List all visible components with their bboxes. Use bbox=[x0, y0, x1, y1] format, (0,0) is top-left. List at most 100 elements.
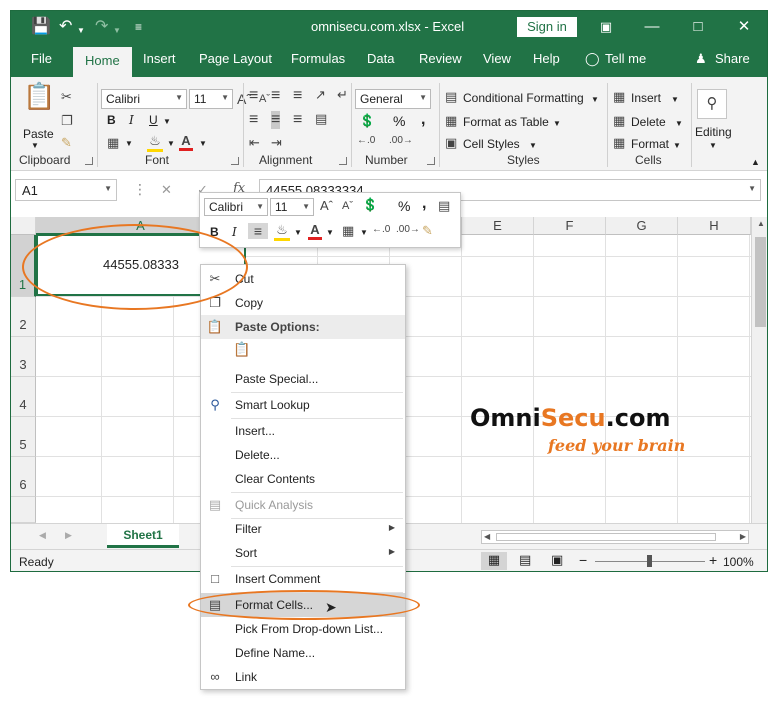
font-size-combo[interactable]: 11 ▼ bbox=[189, 89, 233, 109]
top-align-icon[interactable]: ≡ bbox=[249, 87, 258, 105]
customize-qat-icon[interactable]: ≡ bbox=[135, 17, 142, 37]
bottom-align-icon[interactable]: ≡ bbox=[293, 87, 302, 105]
mini-italic-button[interactable]: I bbox=[232, 225, 237, 239]
editing-button[interactable]: Editing bbox=[695, 125, 732, 139]
menu-item-format-cells[interactable]: ▤ Format Cells... ➤ bbox=[201, 593, 405, 617]
bold-button[interactable]: B bbox=[107, 113, 116, 127]
menu-item-define-name[interactable]: Define Name... bbox=[201, 641, 405, 665]
tab-review[interactable]: Review bbox=[419, 51, 462, 66]
menu-item-cut[interactable]: ✂ Cut bbox=[201, 267, 405, 291]
column-header-f[interactable]: F bbox=[534, 217, 606, 235]
mini-font-name-combo[interactable]: Calibri ▼ bbox=[204, 198, 268, 216]
decrease-indent-icon[interactable]: ⇤ bbox=[249, 135, 260, 151]
chevron-down-icon[interactable]: ▼ bbox=[360, 228, 368, 237]
wrap-text-icon[interactable]: ↵ bbox=[337, 87, 348, 103]
zoom-out-icon[interactable]: − bbox=[579, 552, 587, 568]
cut-icon[interactable]: ✂ bbox=[61, 89, 72, 105]
row-header-5[interactable]: 5 bbox=[11, 417, 36, 457]
tab-home[interactable]: Home bbox=[73, 47, 132, 77]
chevron-down-icon[interactable]: ▼ bbox=[326, 228, 334, 237]
save-icon[interactable]: 💾 bbox=[31, 17, 51, 37]
menu-item-paste-keep-formatting[interactable]: 📋 bbox=[201, 339, 405, 369]
cancel-icon[interactable]: ✕ bbox=[161, 182, 172, 198]
underline-button[interactable]: U bbox=[149, 113, 158, 127]
chevron-down-icon[interactable]: ▼ bbox=[709, 141, 717, 150]
mini-percent-button[interactable]: % bbox=[398, 198, 410, 214]
format-as-table-button[interactable]: Format as Table bbox=[463, 115, 549, 129]
mini-center-align-icon[interactable]: ≡ bbox=[248, 223, 268, 239]
mini-font-size-combo[interactable]: 11 ▼ bbox=[270, 198, 314, 216]
page-layout-view-icon[interactable]: ▤ bbox=[519, 552, 531, 568]
chevron-down-icon[interactable]: ▼ bbox=[671, 95, 679, 104]
page-break-view-icon[interactable]: ▣ bbox=[551, 552, 563, 568]
collapse-ribbon-icon[interactable]: ▲ bbox=[751, 157, 760, 167]
mini-fill-color-icon[interactable]: ♨ bbox=[274, 222, 290, 241]
menu-item-insert-comment[interactable]: □ Insert Comment bbox=[201, 567, 405, 591]
share-button[interactable]: Share bbox=[715, 51, 750, 66]
scroll-right-icon[interactable]: ▶ bbox=[740, 532, 746, 541]
chevron-down-icon[interactable]: ▼ bbox=[294, 228, 302, 237]
chevron-down-icon[interactable]: ▼ bbox=[591, 95, 599, 104]
accounting-format-icon[interactable]: 💲 bbox=[362, 197, 378, 213]
clipboard-launcher-icon[interactable] bbox=[85, 157, 93, 165]
increase-indent-icon[interactable]: ⇥ bbox=[271, 135, 282, 151]
middle-align-icon[interactable]: ≡ bbox=[271, 87, 280, 105]
decrease-font-icon[interactable]: Aˇ bbox=[259, 93, 270, 105]
prev-sheet-icon[interactable]: ◀ bbox=[39, 530, 46, 541]
tab-insert[interactable]: Insert bbox=[143, 51, 176, 66]
menu-item-pick-from-list[interactable]: Pick From Drop-down List... bbox=[201, 617, 405, 641]
normal-view-icon[interactable]: ▦ bbox=[481, 552, 507, 570]
menu-item-delete[interactable]: Delete... bbox=[201, 443, 405, 467]
font-color-dropdown-icon[interactable]: ▼ bbox=[199, 139, 207, 148]
tab-view[interactable]: View bbox=[483, 51, 511, 66]
sign-in-button[interactable]: Sign in bbox=[517, 17, 577, 37]
vertical-scrollbar[interactable]: ▲ bbox=[751, 217, 767, 523]
name-box[interactable]: A1 ▼ bbox=[15, 179, 117, 201]
decrease-decimal-icon[interactable]: .00→ bbox=[396, 224, 420, 235]
chevron-down-icon[interactable]: ▼ bbox=[675, 119, 683, 128]
increase-decimal-icon[interactable]: ←.0 bbox=[372, 224, 390, 235]
font-color-icon[interactable]: A bbox=[179, 133, 193, 151]
vertical-scroll-thumb[interactable] bbox=[755, 237, 766, 327]
borders-icon[interactable]: ▦ bbox=[107, 135, 119, 151]
undo-dropdown-icon[interactable]: ▼ bbox=[77, 21, 85, 41]
increase-decimal-icon[interactable]: ←.0 bbox=[357, 135, 375, 146]
menu-item-clear-contents[interactable]: Clear Contents bbox=[201, 467, 405, 491]
menu-item-copy[interactable]: ❐ Copy bbox=[201, 291, 405, 315]
decrease-font-icon[interactable]: Aˇ bbox=[342, 200, 353, 212]
number-launcher-icon[interactable] bbox=[427, 157, 435, 165]
menu-item-link[interactable]: ∞ Link bbox=[201, 665, 405, 689]
cell-styles-button[interactable]: Cell Styles bbox=[463, 137, 520, 151]
align-center-icon[interactable]: ≡ bbox=[271, 111, 281, 129]
menu-item-filter[interactable]: Filter ▶ bbox=[201, 517, 405, 541]
zoom-level[interactable]: 100% bbox=[723, 555, 754, 569]
accounting-format-icon[interactable]: 💲 bbox=[359, 113, 375, 129]
tell-me-box[interactable]: Tell me bbox=[605, 51, 646, 66]
delete-cells-button[interactable]: Delete bbox=[631, 115, 666, 129]
font-launcher-icon[interactable] bbox=[231, 157, 239, 165]
copy-icon[interactable]: ❐ bbox=[61, 113, 73, 129]
select-all-corner[interactable] bbox=[11, 217, 36, 235]
conditional-formatting-button[interactable]: Conditional Formatting bbox=[463, 91, 584, 105]
chevron-down-icon[interactable]: ▼ bbox=[673, 141, 681, 150]
column-header-g[interactable]: G bbox=[606, 217, 678, 235]
maximize-button[interactable]: □ bbox=[683, 15, 713, 39]
font-name-combo[interactable]: Calibri ▼ bbox=[101, 89, 187, 109]
italic-button[interactable]: I bbox=[129, 113, 134, 127]
percent-style-button[interactable]: % bbox=[393, 113, 405, 129]
row-header-6[interactable]: 6 bbox=[11, 457, 36, 497]
row-header-3[interactable]: 3 bbox=[11, 337, 36, 377]
mini-borders-icon[interactable]: ▦ bbox=[342, 223, 354, 239]
row-header-2[interactable]: 2 bbox=[11, 297, 36, 337]
row-header-4[interactable]: 4 bbox=[11, 377, 36, 417]
tab-help[interactable]: Help bbox=[533, 51, 560, 66]
column-header-e[interactable]: E bbox=[462, 217, 534, 235]
format-ribbon-button[interactable]: Format bbox=[631, 137, 669, 151]
horizontal-scrollbar[interactable]: ◀ ▶ bbox=[481, 530, 749, 544]
close-button[interactable]: ✕ bbox=[729, 15, 759, 39]
increase-font-icon[interactable]: Aˆ bbox=[320, 198, 333, 213]
sheet-tab-sheet1[interactable]: Sheet1 bbox=[107, 524, 179, 548]
minimize-button[interactable]: — bbox=[637, 15, 667, 39]
tab-file[interactable]: File bbox=[31, 51, 52, 66]
menu-item-sort[interactable]: Sort ▶ bbox=[201, 541, 405, 565]
